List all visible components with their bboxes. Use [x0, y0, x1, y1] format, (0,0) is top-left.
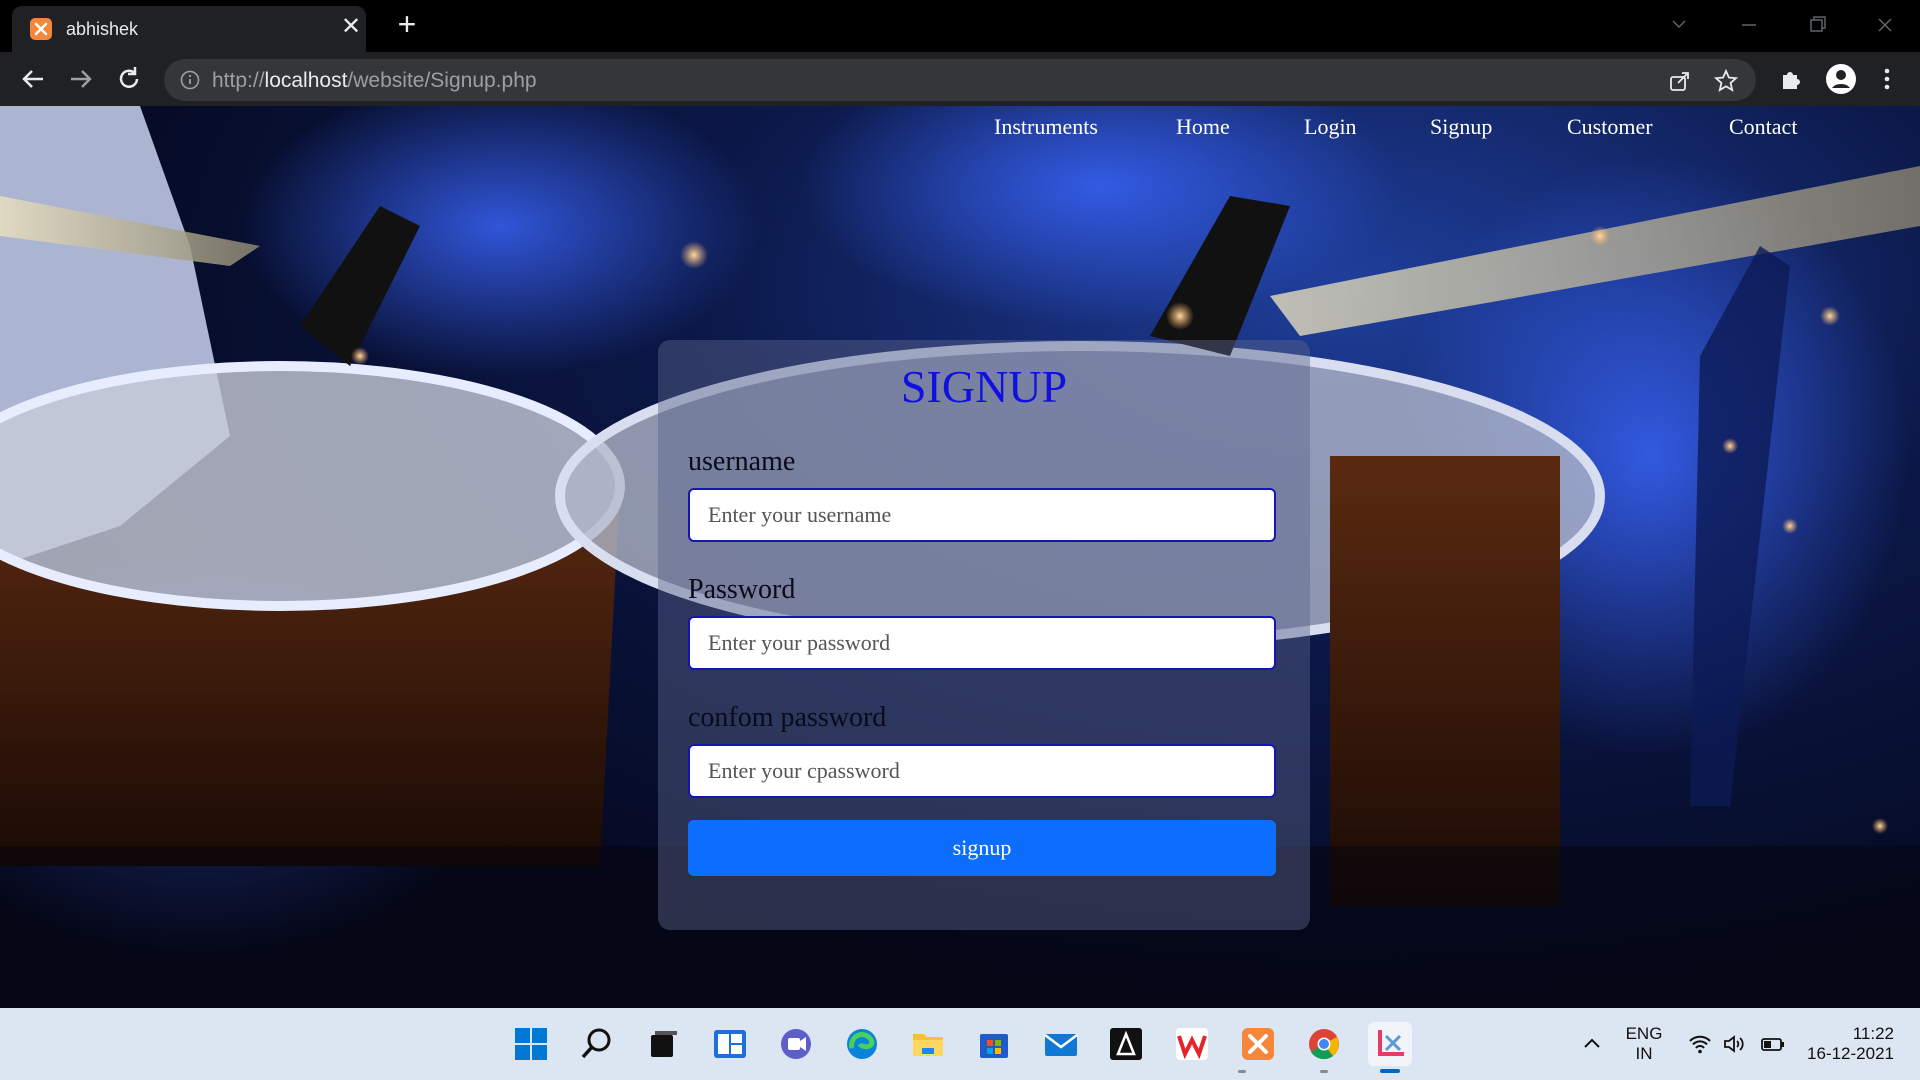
password-label: Password: [688, 574, 796, 605]
extensions-icon[interactable]: [1778, 66, 1804, 92]
browser-toolbar: http://localhost/website/Signup.php: [0, 52, 1920, 107]
confirm-password-input[interactable]: [688, 744, 1276, 798]
battery-icon[interactable]: [1760, 1032, 1784, 1056]
language-indicator[interactable]: ENG IN: [1618, 1024, 1670, 1064]
reload-icon[interactable]: [114, 64, 144, 94]
address-bar[interactable]: http://localhost/website/Signup.php: [164, 59, 1756, 101]
nav-link-login[interactable]: Login: [1304, 114, 1357, 140]
region-code: IN: [1635, 1044, 1653, 1063]
tab-title: abhishek: [66, 19, 139, 39]
signup-title: SIGNUP: [900, 361, 1068, 412]
app-icon[interactable]: [1104, 1022, 1148, 1066]
clock-time: 11:22: [1852, 1024, 1894, 1043]
wifi-icon[interactable]: [1688, 1032, 1712, 1056]
confirm-password-label: confom password: [688, 702, 887, 733]
language-code: ENG: [1625, 1024, 1663, 1043]
chrome-icon[interactable]: [1302, 1022, 1346, 1066]
nav-link-signup[interactable]: Signup: [1430, 114, 1492, 140]
xampp-favicon-icon: [30, 18, 52, 40]
file-explorer-icon[interactable]: [906, 1022, 950, 1066]
start-windows-icon[interactable]: [509, 1022, 553, 1066]
active-app-indicator: [1380, 1069, 1400, 1073]
snipping-tool-icon[interactable]: [1368, 1022, 1412, 1066]
profile-avatar-icon[interactable]: [1826, 64, 1856, 94]
running-indicator: [1320, 1070, 1328, 1073]
site-info-icon[interactable]: [180, 70, 200, 90]
url-text: http://localhost/website/Signup.php: [212, 69, 537, 92]
wps-office-icon[interactable]: [1170, 1022, 1214, 1066]
bookmark-star-icon[interactable]: [1713, 68, 1739, 93]
restore-icon[interactable]: [1802, 12, 1832, 38]
username-label: username: [688, 446, 796, 477]
task-view-icon[interactable]: [641, 1022, 685, 1066]
signup-form-card: SIGNUP username Password confom password…: [658, 340, 1310, 930]
forward-arrow-icon[interactable]: [66, 64, 96, 94]
username-input[interactable]: [688, 488, 1276, 542]
new-tab-button[interactable]: +: [392, 8, 422, 40]
browser-tab[interactable]: abhishek ✕: [12, 6, 366, 52]
signup-button[interactable]: signup: [688, 820, 1276, 876]
widgets-icon[interactable]: [708, 1022, 752, 1066]
browser-tab-bar: abhishek ✕ +: [0, 0, 1920, 52]
windows-taskbar: ENG IN 11:22 16-12-2021: [0, 1008, 1920, 1080]
clock[interactable]: 11:22 16-12-2021: [1800, 1024, 1912, 1064]
share-icon[interactable]: [1668, 69, 1692, 93]
nav-link-contact[interactable]: Contact: [1729, 114, 1797, 140]
mail-icon[interactable]: [1039, 1022, 1083, 1066]
chevron-up-icon[interactable]: [1580, 1032, 1604, 1056]
search-icon[interactable]: [575, 1022, 619, 1066]
tab-close-icon[interactable]: ✕: [340, 15, 362, 39]
close-window-icon[interactable]: [1870, 12, 1900, 38]
back-arrow-icon[interactable]: [18, 64, 48, 94]
nav-link-instruments[interactable]: Instruments: [994, 114, 1098, 140]
running-indicator: [1238, 1070, 1246, 1073]
menu-kebab-icon[interactable]: [1874, 66, 1900, 92]
site-navigation: Instruments Home Login Signup Customer C…: [0, 106, 1920, 146]
volume-icon[interactable]: [1722, 1032, 1746, 1056]
tab-search-icon[interactable]: [1664, 12, 1694, 38]
password-input[interactable]: [688, 616, 1276, 670]
edge-icon[interactable]: [840, 1022, 884, 1066]
nav-link-home[interactable]: Home: [1176, 114, 1230, 140]
nav-link-customer[interactable]: Customer: [1567, 114, 1653, 140]
microsoft-store-icon[interactable]: [972, 1022, 1016, 1066]
xampp-icon[interactable]: [1236, 1022, 1280, 1066]
page-content: Instruments Home Login Signup Customer C…: [0, 106, 1920, 1008]
chat-icon[interactable]: [774, 1022, 818, 1066]
clock-date: 16-12-2021: [1807, 1044, 1894, 1063]
minimize-icon[interactable]: [1734, 12, 1764, 38]
